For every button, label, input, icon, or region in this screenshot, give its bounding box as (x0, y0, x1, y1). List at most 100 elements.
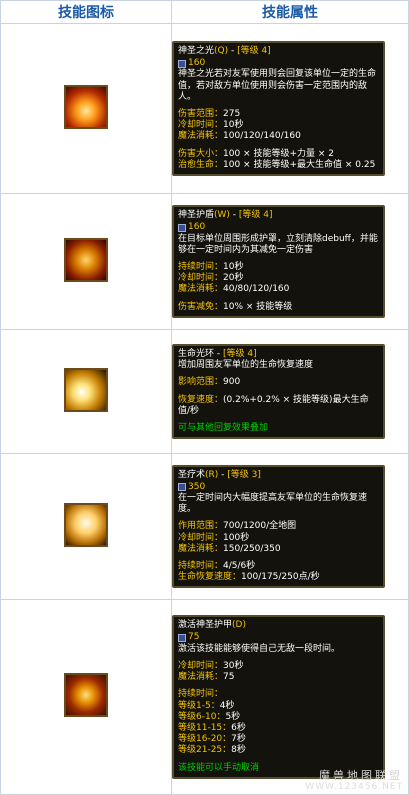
skill-level: [等级 3] (227, 469, 261, 480)
skill-stat: 等级16-20：7秒 (178, 734, 379, 745)
stat-value: 900 (223, 377, 241, 388)
stat-label: 冷却时间： (178, 660, 224, 671)
title-separator: - (214, 348, 223, 359)
stat-label: 冷却时间： (178, 273, 224, 284)
skill-level: [等级 4] (237, 45, 271, 56)
title-separator: - (228, 45, 238, 56)
skill-hotkey: (R) (205, 469, 219, 480)
skill-stat: 等级21-25：8秒 (178, 745, 379, 756)
skill-icon-cell (0, 23, 172, 194)
skill-stat: 冷却时间：30秒 (178, 661, 379, 672)
divine-shield-icon (64, 237, 108, 282)
skill-stat: 影响范围：900 (178, 377, 379, 388)
mana-value: 160 (188, 58, 206, 69)
watermark-url: WWW.123456.NET (305, 782, 403, 792)
skill-props-cell: 生命光环 - [等级 4] 增加周围友军单位的生命恢复速度 影响范围：900 恢复速度… (171, 329, 409, 454)
stat-value: 100/120/140/160 (223, 131, 301, 142)
skill-stat: 持续时间： (178, 689, 379, 700)
skill-hotkey: (Q) (214, 45, 229, 56)
skill-tooltip: 神圣护盾(W) - [等级 4] 160 在目标单位周围形成护罩，立刻清除debuf… (172, 205, 385, 318)
stat-label: 治愈生命： (178, 159, 224, 170)
stat-value: 8秒 (231, 745, 246, 756)
skill-title: 圣疗术(R) - [等级 3] (178, 470, 379, 481)
skill-description: 增加周围友军单位的生命恢复速度 (178, 360, 314, 371)
stat-label: 等级11-15： (178, 722, 232, 733)
skill-icon-cell (0, 599, 172, 795)
stat-label: 伤害范围： (178, 109, 224, 119)
stat-label: 魔法消耗： (178, 543, 224, 554)
skill-hotkey: (W) (214, 210, 230, 221)
mana-value: 350 (188, 481, 206, 492)
mana-value: 75 (188, 632, 200, 643)
stat-value: 7秒 (231, 734, 246, 745)
skill-tooltip: 生命光环 - [等级 4] 增加周围友军单位的生命恢复速度 影响范围：900 恢复速度… (172, 343, 385, 440)
skill-stat: 冷却时间：100秒 (178, 533, 379, 544)
mana-cost: 75 (178, 632, 379, 643)
skill-description: 在一定时间内大幅度提高友军单位的生命恢复速度。 (178, 492, 368, 515)
skill-note: 可与其他回复效果叠加 (178, 422, 269, 433)
stat-label: 冷却时间： (178, 120, 224, 131)
skill-name: 神圣之光 (178, 45, 215, 56)
holy-armor-icon (64, 673, 108, 717)
skill-icon-cell (0, 453, 172, 600)
watermark: 魔兽地图联盟 (319, 769, 403, 782)
skill-stat: 等级1-5：4秒 (178, 701, 379, 712)
skill-stat: 治愈生命：100 × 技能等级+最大生命值 × 0.25 (178, 160, 379, 171)
stat-label: 恢复速度： (178, 394, 224, 405)
skill-description: 在目标单位周围形成护罩，立刻清除debuff，并能够在一定时间内为其减免一定伤害 (178, 233, 378, 255)
stat-value: 100秒 (223, 532, 250, 543)
skill-icon-cell (0, 329, 172, 454)
stat-label: 等级16-20： (178, 734, 232, 745)
skill-stat: 魔法消耗：75 (178, 672, 379, 683)
stat-value: 700/1200/全地图 (223, 521, 297, 532)
skill-row: 神圣护盾(W) - [等级 4] 160 在目标单位周围形成护罩，立刻清除debuf… (0, 193, 409, 330)
stat-label: 影响范围： (178, 377, 224, 388)
stat-value: 100 × 技能等级+最大生命值 × 0.25 (223, 159, 376, 170)
skill-row: 生命光环 - [等级 4] 增加周围友军单位的生命恢复速度 影响范围：900 恢复速度… (0, 329, 409, 454)
skill-props-cell: 圣疗术(R) - [等级 3] 350 在一定时间内大幅度提高友军单位的生命恢复速度… (171, 453, 409, 600)
skill-title: 生命光环 - [等级 4] (178, 349, 379, 360)
stat-value: 150/250/350 (223, 543, 281, 554)
skill-tooltip: 神圣之光(Q) - [等级 4] 160 神圣之光若对友军使用则会回复该单位一定的生… (172, 40, 385, 177)
title-separator: - (229, 210, 239, 221)
stat-label: 等级1-5： (178, 700, 220, 711)
mana-cost: 350 (178, 482, 379, 493)
skill-props-cell: 神圣护盾(W) - [等级 4] 160 在目标单位周围形成护罩，立刻清除debuf… (171, 193, 409, 330)
skill-props-cell: 神圣之光(Q) - [等级 4] 160 神圣之光若对友军使用则会回复该单位一定的生… (171, 23, 409, 194)
title-separator: - (218, 469, 228, 480)
skill-props-cell: 激活神圣护甲(D) 75 激活该技能能够使得自己无敌一段时间。 冷却时间：30秒 魔法消… (171, 599, 409, 795)
header-props-column: 技能属性 (171, 0, 409, 24)
skill-stat: 恢复速度：(0.2%+0.2% × 技能等级)最大生命值/秒 (178, 395, 379, 417)
skill-stat: 作用范围：700/1200/全地图 (178, 521, 379, 532)
stat-label: 持续时间： (178, 561, 224, 571)
skill-stat: 伤害大小：100 × 技能等级+力量 × 2 (178, 149, 379, 160)
mana-icon (178, 59, 186, 68)
stat-label: 魔法消耗： (178, 284, 224, 295)
skill-stat: 等级11-15：6秒 (178, 723, 379, 734)
skill-name: 圣疗术 (178, 469, 206, 480)
skill-hotkey: (D) (232, 620, 246, 631)
skill-row: 神圣之光(Q) - [等级 4] 160 神圣之光若对友军使用则会回复该单位一定的生… (0, 23, 409, 194)
stat-label: 等级6-10： (178, 711, 226, 722)
skill-row: 圣疗术(R) - [等级 3] 350 在一定时间内大幅度提高友军单位的生命恢复速度… (0, 453, 409, 600)
stat-label: 伤害大小： (178, 148, 224, 159)
mana-value: 160 (188, 222, 206, 233)
skill-stat: 伤害减免：10% × 技能等级 (178, 302, 379, 313)
skill-stat: 生命恢复速度：100/175/250点/秒 (178, 572, 379, 583)
stat-value: 10秒 (223, 262, 244, 272)
stat-value: 4/5/6秒 (223, 561, 256, 571)
mana-cost: 160 (178, 222, 379, 233)
mana-icon (178, 223, 186, 232)
skill-stat: 魔法消耗：40/80/120/160 (178, 284, 379, 295)
skill-name: 激活神圣护甲 (178, 620, 233, 631)
stat-value: 4秒 (219, 700, 235, 711)
skill-table: 技能图标 技能属性 神圣之光(Q) - [等级 4] 160 神圣之光若对友军使用则… (0, 0, 409, 795)
stat-label: 魔法消耗： (178, 672, 224, 683)
stat-label: 等级21-25： (178, 745, 232, 756)
skill-stat: 持续时间：10秒 (178, 262, 379, 273)
skill-tooltip: 圣疗术(R) - [等级 3] 350 在一定时间内大幅度提高友军单位的生命恢复速度… (172, 464, 385, 589)
stat-value: 75 (223, 672, 235, 683)
mana-icon (178, 483, 186, 492)
stat-value: 20秒 (223, 273, 244, 284)
stat-label: 魔法消耗： (178, 131, 224, 142)
